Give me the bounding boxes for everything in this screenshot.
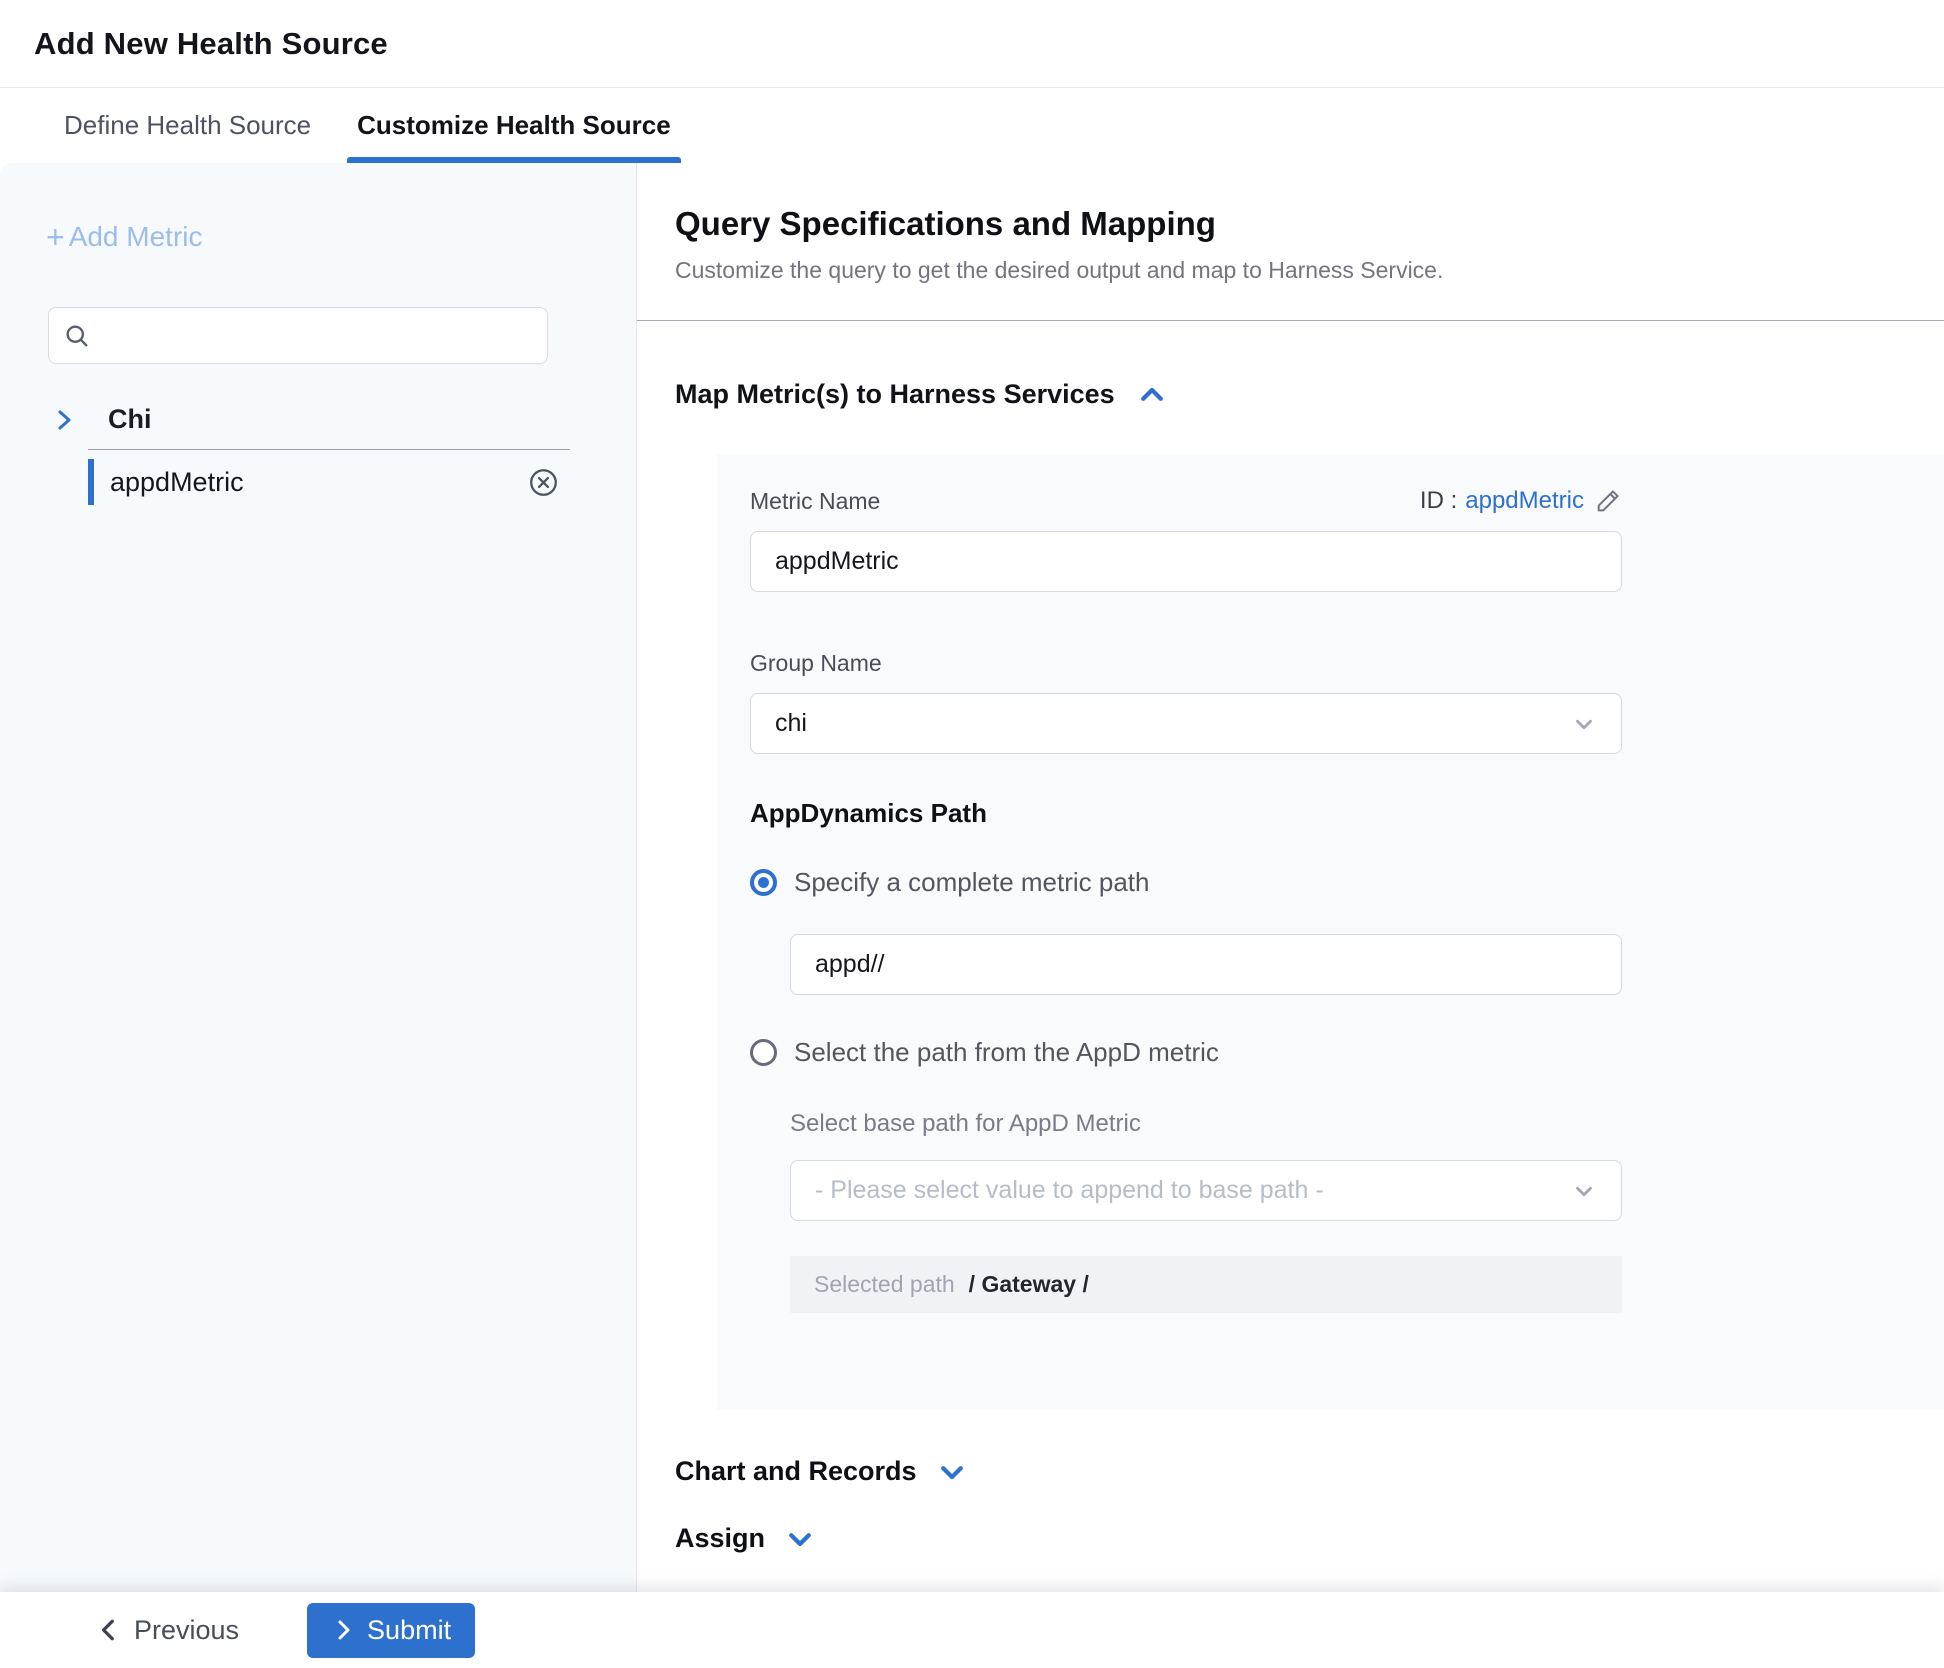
assign-title: Assign xyxy=(675,1523,765,1554)
radio-selected-icon[interactable] xyxy=(750,869,777,896)
selected-indicator xyxy=(88,459,94,505)
previous-label: Previous xyxy=(134,1615,239,1646)
section-title: Query Specifications and Mapping xyxy=(675,205,1944,243)
tab-customize-health-source[interactable]: Customize Health Source xyxy=(347,88,681,163)
selected-path-bar: Selected path / Gateway / xyxy=(790,1256,1622,1313)
heading-divider xyxy=(637,320,1944,321)
chart-and-records-section-header[interactable]: Chart and Records xyxy=(675,1456,1944,1487)
chevron-left-icon xyxy=(96,1617,122,1643)
section-subtitle: Customize the query to get the desired o… xyxy=(675,257,1944,284)
radio-unselected-icon[interactable] xyxy=(750,1039,777,1066)
page-title: Add New Health Source xyxy=(34,26,388,62)
chevron-down-icon xyxy=(1571,711,1597,737)
map-metrics-section-header[interactable]: Map Metric(s) to Harness Services xyxy=(675,379,1944,410)
chevron-down-icon xyxy=(1571,1178,1597,1204)
metric-id-wrap: ID : appdMetric xyxy=(1420,487,1622,515)
main-heading-block: Query Specifications and Mapping Customi… xyxy=(637,163,1944,284)
map-metrics-title: Map Metric(s) to Harness Services xyxy=(675,379,1115,410)
chevron-right-icon xyxy=(331,1618,355,1642)
chevron-right-icon[interactable] xyxy=(52,408,76,432)
tab-customize-label: Customize Health Source xyxy=(357,110,671,141)
id-prefix-label: ID : xyxy=(1420,487,1457,515)
metric-group-label: Chi xyxy=(108,404,152,435)
selected-path-label: Selected path xyxy=(814,1271,955,1298)
metric-list-item-appdmetric[interactable]: appdMetric xyxy=(0,450,636,514)
query-specifications-panel: Query Specifications and Mapping Customi… xyxy=(637,163,1944,1592)
metric-name-input[interactable] xyxy=(750,531,1622,592)
tab-define-health-source[interactable]: Define Health Source xyxy=(54,88,321,163)
plus-icon: + xyxy=(46,221,65,253)
chevron-down-icon[interactable] xyxy=(785,1524,815,1554)
tab-bar: Define Health Source Customize Health So… xyxy=(0,88,1944,163)
radio-complete-path-label: Specify a complete metric path xyxy=(794,867,1150,898)
metric-name-label: Metric Name xyxy=(750,488,880,515)
assign-section-header[interactable]: Assign xyxy=(675,1523,1944,1554)
metric-mapping-card: Metric Name ID : appdMetric Group Name xyxy=(717,454,1944,1410)
group-name-value: chi xyxy=(775,709,1571,738)
chevron-down-icon[interactable] xyxy=(937,1457,967,1487)
metric-name-row: Metric Name ID : appdMetric xyxy=(750,487,1622,515)
add-metric-label: Add Metric xyxy=(69,221,203,253)
base-path-label: Select base path for AppD Metric xyxy=(790,1110,1944,1138)
dialog-footer: Previous Submit xyxy=(0,1592,1944,1668)
radio-specify-complete-path[interactable]: Specify a complete metric path xyxy=(750,867,1944,898)
remove-metric-icon[interactable] xyxy=(528,467,559,498)
search-icon xyxy=(63,322,91,350)
tab-define-label: Define Health Source xyxy=(64,110,311,141)
base-path-placeholder: - Please select value to append to base … xyxy=(815,1176,1571,1205)
add-health-source-dialog: Add New Health Source Define Health Sour… xyxy=(0,0,1944,1668)
metric-item-label: appdMetric xyxy=(110,467,244,498)
group-name-label: Group Name xyxy=(750,650,1944,677)
radio-select-path-from-appd[interactable]: Select the path from the AppD metric xyxy=(750,1037,1944,1068)
dialog-body: + Add Metric Chi xyxy=(0,163,1944,1592)
metric-search-input[interactable] xyxy=(103,322,533,350)
selected-path-value: / Gateway / xyxy=(969,1271,1089,1298)
complete-metric-path-input[interactable] xyxy=(790,934,1622,995)
metrics-sidebar: + Add Metric Chi xyxy=(0,163,637,1592)
radio-select-path-label: Select the path from the AppD metric xyxy=(794,1037,1219,1068)
metric-group-chi[interactable]: Chi xyxy=(52,404,636,435)
metric-search-box xyxy=(48,307,548,364)
edit-id-icon[interactable] xyxy=(1594,487,1622,515)
group-name-select[interactable]: chi xyxy=(750,693,1622,754)
base-path-select[interactable]: - Please select value to append to base … xyxy=(790,1160,1622,1221)
chevron-up-icon[interactable] xyxy=(1137,380,1167,410)
dialog-header: Add New Health Source xyxy=(0,0,1944,88)
id-value-link[interactable]: appdMetric xyxy=(1465,487,1584,515)
add-metric-button[interactable]: + Add Metric xyxy=(46,221,203,253)
appdynamics-path-title: AppDynamics Path xyxy=(750,798,1944,829)
previous-button[interactable]: Previous xyxy=(96,1615,239,1646)
chart-and-records-title: Chart and Records xyxy=(675,1456,917,1487)
submit-button[interactable]: Submit xyxy=(307,1603,475,1658)
submit-label: Submit xyxy=(367,1615,451,1646)
